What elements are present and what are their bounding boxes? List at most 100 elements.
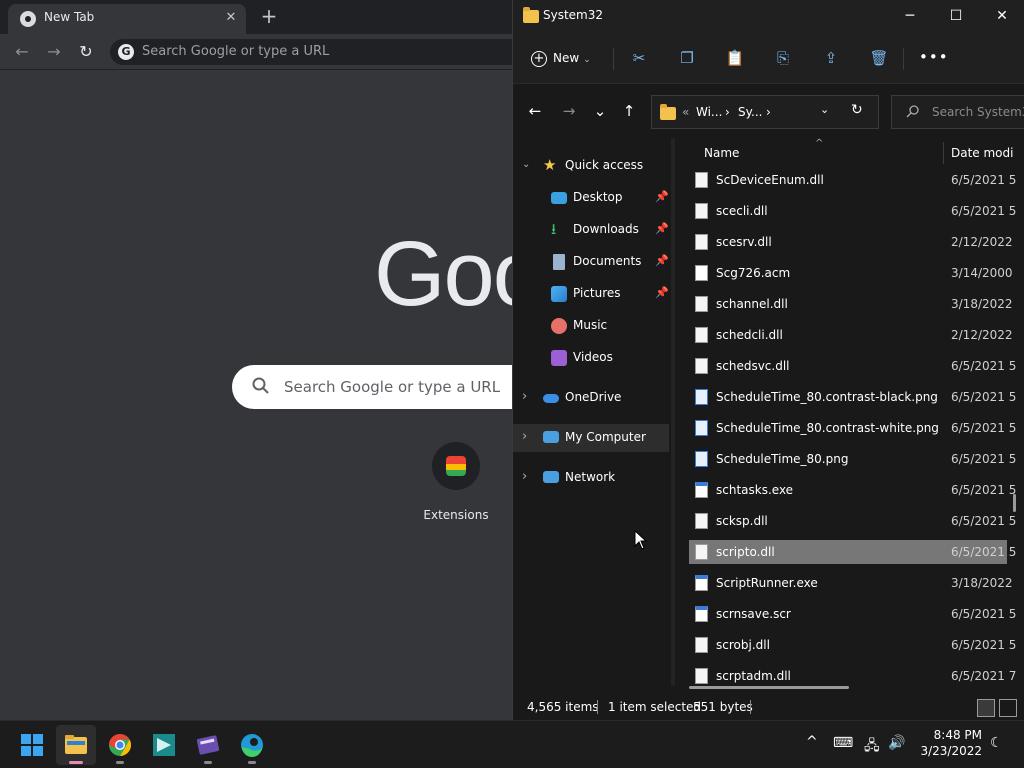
address-box[interactable]: « Wi... › Sy... › ⌄ (651, 95, 879, 129)
paste-icon[interactable]: 📋 (724, 47, 746, 69)
delete-icon[interactable]: 🗑 (868, 47, 890, 69)
breadcrumb-separator[interactable]: › (766, 105, 771, 119)
table-row[interactable]: scrobj.dll 6/5/2021 5 (689, 633, 1016, 657)
dll-file-icon (695, 172, 708, 188)
table-row[interactable]: schedcli.dll 2/12/2022 (689, 323, 1013, 347)
cut-icon[interactable]: ✂ (628, 47, 650, 69)
taskbar-app-media[interactable] (144, 725, 184, 765)
more-options-button[interactable]: ••• (919, 46, 948, 70)
omnibox[interactable]: G Search Google or type a URL (110, 39, 530, 65)
running-indicator (248, 761, 256, 764)
new-button[interactable]: + New ⌄ (531, 46, 591, 70)
column-header-date[interactable]: Date modi (951, 146, 1013, 160)
close-button[interactable]: ✕ (979, 0, 1024, 32)
search-placeholder: Search Google or type a URL (284, 378, 501, 396)
rename-icon[interactable]: ⎘ (772, 47, 794, 69)
column-resize-handle[interactable] (943, 142, 944, 164)
recent-locations-button[interactable]: ⌄ (589, 100, 611, 122)
chevron-right-icon[interactable]: › (522, 389, 527, 404)
file-name: scripto.dll (716, 545, 775, 559)
table-row[interactable]: scksp.dll 6/5/2021 5 (689, 509, 1016, 533)
taskbar-app-video-editor[interactable] (188, 725, 228, 765)
sidebar-item-documents[interactable]: Documents 📌 (513, 248, 669, 276)
pin-icon[interactable]: 📌 (655, 222, 669, 235)
new-tab-button[interactable]: + (258, 6, 280, 28)
tab-close-icon[interactable]: ✕ (222, 9, 240, 27)
sidebar-item-quick-access[interactable]: ⌄ ★ Quick access (513, 152, 669, 180)
file-name: ScheduleTime_80.contrast-black.png (716, 390, 938, 404)
breadcrumb-overflow[interactable]: « (682, 105, 689, 119)
large-icons-view-button[interactable] (999, 699, 1017, 717)
table-row[interactable]: scrptadm.dll 6/5/2021 7 (689, 664, 1016, 686)
up-button[interactable]: ↑ (618, 100, 640, 122)
minimize-button[interactable]: ─ (887, 0, 933, 32)
table-row[interactable]: scecli.dll 6/5/2021 5 (689, 199, 1016, 223)
refresh-icon[interactable]: ↻ (851, 102, 863, 118)
taskbar-file-explorer[interactable] (56, 725, 96, 765)
start-button[interactable] (12, 725, 52, 765)
copy-icon[interactable]: ❐ (676, 47, 698, 69)
table-row[interactable]: ScheduleTime_80.contrast-black.png 6/5/20… (689, 385, 1016, 409)
notifications-icon[interactable]: ☾ (990, 735, 1003, 751)
sidebar-item-videos[interactable]: Videos (513, 344, 669, 372)
table-row[interactable]: scesrv.dll 2/12/2022 (689, 230, 1013, 254)
sidebar-item-onedrive[interactable]: › OneDrive (513, 384, 669, 412)
sidebar-item-downloads[interactable]: ⭳ Downloads 📌 (513, 216, 669, 244)
chevron-down-icon[interactable]: ⌄ (522, 159, 530, 170)
table-row[interactable]: schtasks.exe 6/5/2021 5 (689, 478, 1016, 502)
horizontal-scrollbar[interactable] (689, 686, 849, 689)
address-dropdown-icon[interactable]: ⌄ (820, 103, 829, 116)
computer-icon (543, 431, 559, 443)
sidebar-item-my-computer[interactable]: › My Computer (513, 424, 669, 452)
keyboard-icon[interactable]: ⌨ (833, 735, 853, 751)
breadcrumb-windows[interactable]: Wi... (696, 105, 722, 119)
table-row[interactable]: ScheduleTime_80.contrast-white.png 6/5/20… (689, 416, 1016, 440)
divider (597, 700, 598, 714)
network-icon[interactable]: 🖧 (864, 735, 880, 759)
table-row[interactable]: Scg726.acm 3/14/2000 (689, 261, 1013, 285)
taskbar-edge[interactable] (232, 725, 272, 765)
google-search-box[interactable]: Search Google or type a URL (232, 365, 552, 409)
table-row[interactable]: schannel.dll 3/18/2022 (689, 292, 1013, 316)
back-button[interactable]: ← (524, 100, 546, 122)
shortcut-extensions[interactable]: Extensions (416, 442, 496, 522)
reload-button[interactable]: ↻ (75, 41, 97, 63)
forward-button[interactable]: → (43, 41, 65, 63)
table-row[interactable]: ScriptRunner.exe 3/18/2022 (689, 571, 1013, 595)
table-row-selected[interactable]: scripto.dll 6/5/2021 5 (689, 540, 1016, 564)
sidebar-item-music[interactable]: Music (513, 312, 669, 340)
sidebar-item-network[interactable]: › Network (513, 464, 669, 492)
music-icon (551, 318, 567, 334)
details-view-button[interactable] (977, 699, 995, 717)
table-row[interactable]: ScheduleTime_80.png 6/5/2021 5 (689, 447, 1016, 471)
file-date: 2/12/2022 (951, 328, 1013, 342)
vertical-scrollbar[interactable] (1013, 494, 1016, 512)
taskbar-clock[interactable]: 8:48 PM 3/23/2022 (916, 727, 982, 759)
sidebar-item-pictures[interactable]: Pictures 📌 (513, 280, 669, 308)
show-hidden-icons-button[interactable]: ^ (806, 734, 818, 750)
pin-icon[interactable]: 📌 (655, 190, 669, 203)
back-button[interactable]: ← (11, 41, 33, 63)
chevron-right-icon[interactable]: › (522, 469, 527, 484)
tab-new-tab[interactable]: New Tab ✕ (8, 4, 246, 34)
table-row[interactable]: ScDeviceEnum.dll 6/5/2021 5 (689, 168, 1016, 192)
share-icon[interactable]: ⇪ (820, 47, 842, 69)
file-name: ScheduleTime_80.contrast-white.png (716, 421, 939, 435)
maximize-button[interactable]: ☐ (933, 0, 979, 32)
pin-icon[interactable]: 📌 (655, 254, 669, 267)
chevron-right-icon[interactable]: › (522, 429, 527, 444)
sidebar-item-desktop[interactable]: Desktop 📌 (513, 184, 669, 212)
sidebar-item-label: Pictures (573, 286, 621, 300)
table-row[interactable]: schedsvc.dll 6/5/2021 5 (689, 354, 1016, 378)
column-header-name[interactable]: Name (704, 146, 739, 160)
title-bar[interactable]: System32 ─ ☐ ✕ (513, 0, 1024, 32)
breadcrumb-system32[interactable]: Sy... (738, 105, 762, 119)
taskbar-chrome[interactable] (100, 725, 140, 765)
pin-icon[interactable]: 📌 (655, 286, 669, 299)
table-row[interactable]: scrnsave.scr 6/5/2021 5 (689, 602, 1016, 626)
image-file-icon (695, 389, 708, 405)
breadcrumb-separator[interactable]: › (725, 105, 730, 119)
forward-button[interactable]: → (558, 100, 580, 122)
volume-icon[interactable]: 🔊 (888, 735, 905, 751)
search-input[interactable]: Search System32 (891, 95, 1024, 129)
